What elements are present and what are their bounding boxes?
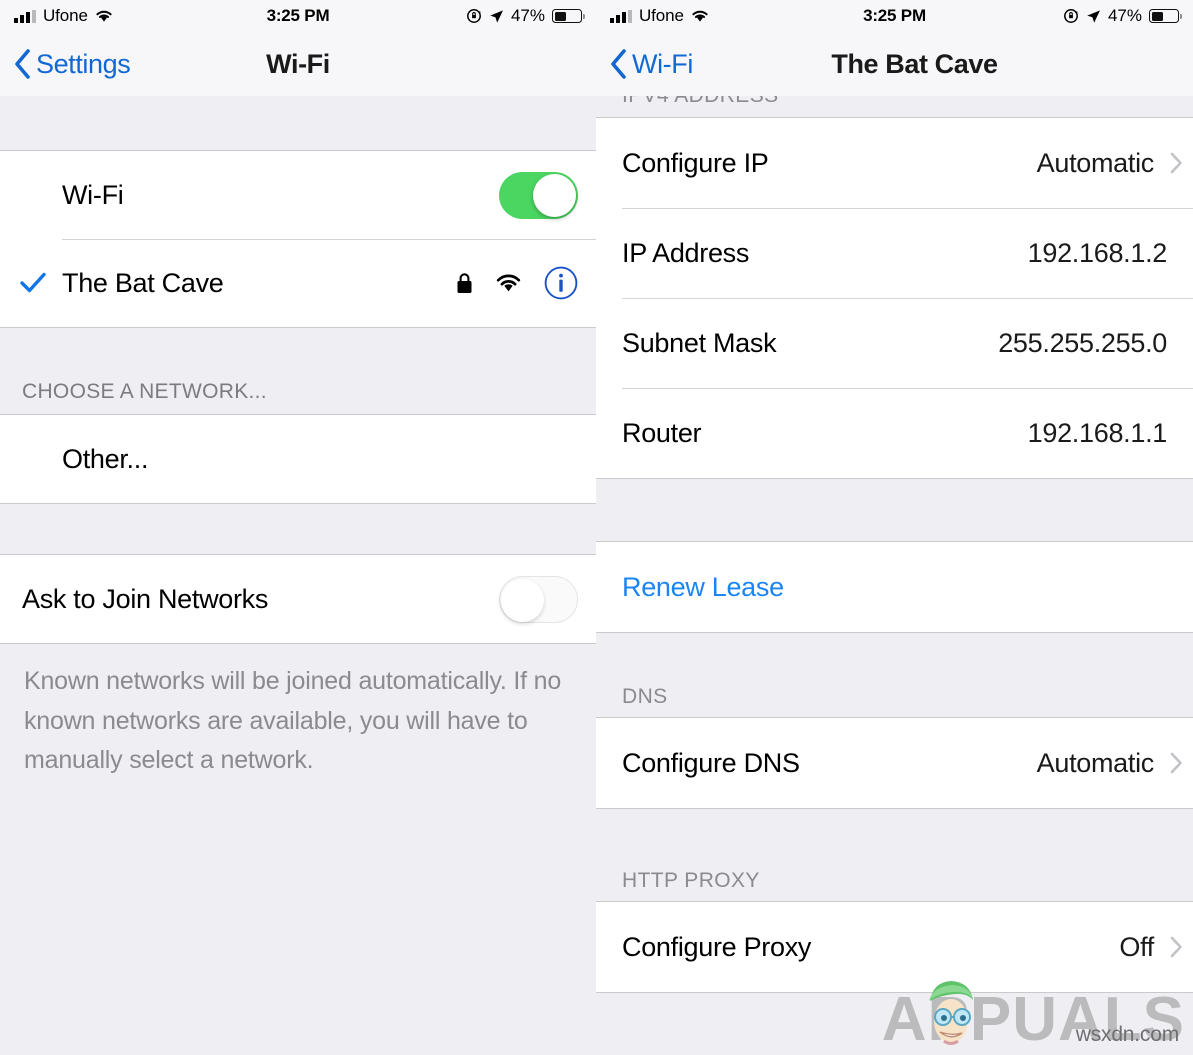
back-to-wifi-button[interactable]: Wi-Fi bbox=[610, 49, 693, 80]
configure-ip-value: Automatic bbox=[1036, 147, 1155, 178]
renew-lease-label: Renew Lease bbox=[622, 571, 784, 602]
battery-percent-label: 47% bbox=[510, 6, 545, 25]
ipv4-group: Configure IP Automatic IP Address 192.16… bbox=[596, 118, 1193, 479]
other-network-row[interactable]: Other... bbox=[0, 415, 596, 503]
right-screenshot-pane: Ufone 3:25 PM 47% Wi-Fi The Bat Cave Con… bbox=[596, 0, 1193, 1055]
router-value: 192.168.1.1 bbox=[1027, 417, 1168, 448]
configure-dns-row[interactable]: Configure DNS Automatic bbox=[596, 718, 1193, 808]
nav-bar-right: Wi-Fi The Bat Cave bbox=[596, 32, 1193, 96]
battery-icon bbox=[552, 9, 585, 23]
ask-to-join-row[interactable]: Ask to Join Networks bbox=[0, 555, 596, 643]
info-button-icon[interactable] bbox=[544, 266, 578, 300]
ask-to-join-group: Ask to Join Networks bbox=[0, 554, 596, 644]
subnet-mask-row: Subnet Mask 255.255.255.0 bbox=[596, 298, 1193, 388]
connected-network-name: The Bat Cave bbox=[62, 267, 224, 298]
connected-network-row[interactable]: The Bat Cave bbox=[0, 239, 596, 327]
location-arrow-icon bbox=[490, 9, 503, 23]
nav-bar-left: Settings Wi-Fi bbox=[0, 32, 596, 96]
router-label: Router bbox=[622, 417, 702, 448]
spacer-before-ask-join bbox=[0, 504, 596, 554]
ip-address-row: IP Address 192.168.1.2 bbox=[596, 208, 1193, 298]
configure-dns-label: Configure DNS bbox=[622, 747, 800, 778]
ipv4-address-header-clipped: IPV4 ADDRESS bbox=[596, 96, 1193, 118]
dns-group: Configure DNS Automatic bbox=[596, 717, 1193, 809]
watermark-url: wsxdn.com bbox=[1075, 1023, 1179, 1046]
renew-lease-group: Renew Lease bbox=[596, 541, 1193, 633]
status-bar-right-group: 47% bbox=[1063, 6, 1182, 26]
battery-percent-label: 47% bbox=[1107, 6, 1142, 25]
rotation-lock-icon bbox=[1064, 9, 1078, 23]
wifi-toggle[interactable] bbox=[499, 171, 578, 219]
configure-proxy-value: Off bbox=[1119, 931, 1154, 962]
other-network-group: Other... bbox=[0, 414, 596, 504]
chevron-right-icon bbox=[1170, 152, 1182, 174]
dual-screenshot-container: Ufone 3:25 PM 47% Settings Wi-Fi Wi-Fi T… bbox=[0, 0, 1193, 1055]
wifi-footer-note: Known networks will be joined automatica… bbox=[0, 644, 596, 781]
status-bar-left: Ufone 3:25 PM 47% bbox=[0, 0, 596, 32]
subnet-mask-value: 255.255.255.0 bbox=[998, 327, 1167, 358]
chevron-left-icon bbox=[15, 49, 30, 79]
http-proxy-header: HTTP PROXY bbox=[596, 809, 1193, 901]
chevron-right-icon bbox=[1170, 752, 1182, 774]
ask-to-join-label: Ask to Join Networks bbox=[22, 583, 269, 614]
left-screenshot-pane: Ufone 3:25 PM 47% Settings Wi-Fi Wi-Fi T… bbox=[0, 0, 596, 1055]
battery-icon bbox=[1149, 9, 1182, 23]
back-to-settings-button[interactable]: Settings bbox=[14, 48, 131, 80]
checkmark-icon bbox=[20, 272, 46, 293]
back-label: Wi-Fi bbox=[632, 48, 693, 79]
renew-lease-row[interactable]: Renew Lease bbox=[596, 542, 1193, 632]
configure-ip-row[interactable]: Configure IP Automatic bbox=[596, 118, 1193, 208]
spacer-before-choose-network bbox=[0, 328, 596, 370]
watermark-brand: APPUALS bbox=[881, 985, 1185, 1054]
wifi-row-label: Wi-Fi bbox=[62, 179, 124, 210]
ip-address-value: 192.168.1.2 bbox=[1027, 237, 1168, 268]
wifi-toggle-row[interactable]: Wi-Fi bbox=[0, 151, 596, 239]
wifi-settings-group: Wi-Fi The Bat Cave bbox=[0, 150, 596, 328]
ask-to-join-toggle[interactable] bbox=[499, 575, 578, 623]
lock-icon bbox=[457, 273, 472, 293]
chevron-right-icon bbox=[1170, 936, 1182, 958]
ipv4-address-header: IPV4 ADDRESS bbox=[622, 96, 779, 108]
subnet-mask-label: Subnet Mask bbox=[622, 327, 777, 358]
configure-proxy-row[interactable]: Configure Proxy Off bbox=[596, 902, 1193, 992]
configure-dns-value: Automatic bbox=[1036, 747, 1155, 778]
ip-address-label: IP Address bbox=[622, 237, 750, 268]
wifi-signal-icon bbox=[496, 274, 521, 292]
choose-network-header: CHOOSE A NETWORK... bbox=[0, 370, 596, 414]
configure-ip-label: Configure IP bbox=[622, 147, 769, 178]
spacer-before-renew-lease bbox=[596, 479, 1193, 541]
chevron-left-icon bbox=[611, 49, 626, 79]
status-bar-right: Ufone 3:25 PM 47% bbox=[596, 0, 1193, 32]
other-network-label: Other... bbox=[62, 443, 149, 474]
dns-header: DNS bbox=[596, 633, 1193, 717]
back-label: Settings bbox=[36, 48, 131, 79]
location-arrow-icon bbox=[1087, 9, 1100, 23]
status-bar-right-group: 47% bbox=[466, 6, 585, 26]
configure-proxy-label: Configure Proxy bbox=[622, 931, 812, 962]
http-proxy-group: Configure Proxy Off bbox=[596, 901, 1193, 993]
watermark: APPUALS wsxdn.com bbox=[881, 981, 1185, 1054]
spacer-top-left bbox=[0, 96, 596, 150]
network-status-icons bbox=[456, 266, 578, 300]
rotation-lock-icon bbox=[467, 9, 481, 23]
router-row: Router 192.168.1.1 bbox=[596, 388, 1193, 478]
